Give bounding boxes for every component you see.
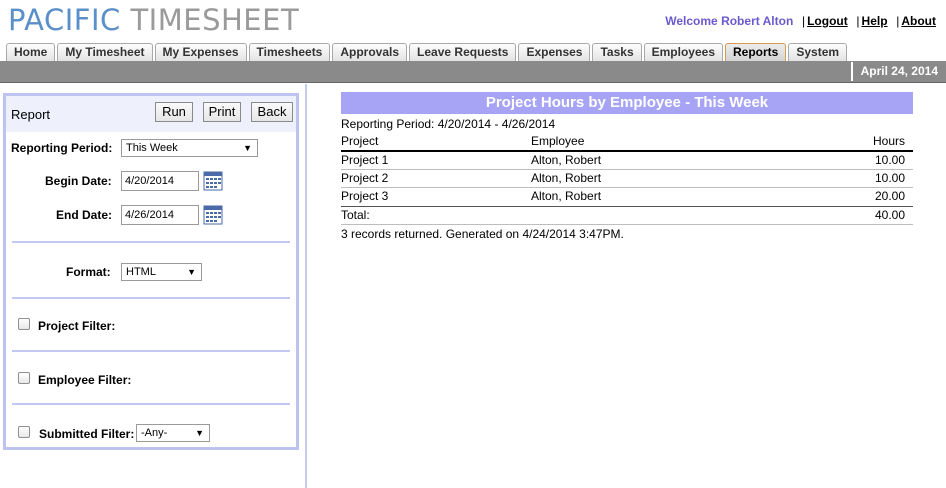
- row-1-employee: Alton, Robert: [531, 153, 602, 167]
- submitted-filter-label: Submitted Filter:: [39, 427, 135, 441]
- submitted-filter-checkbox[interactable]: [18, 426, 30, 438]
- tab-my-expenses[interactable]: My Expenses: [154, 43, 247, 61]
- row-3-employee: Alton, Robert: [531, 189, 602, 203]
- about-link[interactable]: About: [901, 14, 936, 28]
- tab-home[interactable]: Home: [6, 43, 56, 61]
- row-1-project: Project 1: [341, 153, 389, 167]
- report-options-panel: Report Run Print Back Reporting Period: …: [3, 93, 299, 450]
- divider: [12, 403, 290, 405]
- divider: [12, 297, 290, 299]
- format-select[interactable]: HTML ▼: [121, 263, 202, 281]
- column-header-project: Project: [341, 134, 379, 148]
- row-3-hours: 20.00: [874, 189, 905, 203]
- panel-header: Report Run Print Back: [6, 96, 296, 132]
- tab-system[interactable]: System: [788, 43, 848, 61]
- project-filter-checkbox[interactable]: [18, 318, 30, 330]
- chevron-down-icon: ▼: [195, 428, 204, 438]
- app-logo: PACIFIC TIMESHEET: [8, 3, 299, 37]
- tab-timesheets[interactable]: Timesheets: [248, 43, 331, 61]
- panel-separator: [305, 84, 307, 488]
- calendar-icon[interactable]: [203, 205, 223, 225]
- chevron-down-icon: ▼: [243, 143, 252, 153]
- current-date: April 24, 2014: [850, 62, 946, 81]
- tab-tasks[interactable]: Tasks: [592, 43, 642, 61]
- begin-date-label: Begin Date:: [45, 174, 112, 188]
- divider: [12, 350, 290, 352]
- tab-approvals[interactable]: Approvals: [332, 43, 408, 61]
- total-rule: [341, 206, 913, 207]
- column-header-employee: Employee: [531, 134, 585, 148]
- column-header-hours: Hours: [872, 134, 905, 148]
- row-2-employee: Alton, Robert: [531, 171, 602, 185]
- employee-filter-label: Employee Filter:: [38, 373, 132, 387]
- end-date-label: End Date:: [56, 208, 113, 222]
- status-bar: April 24, 2014: [0, 61, 946, 83]
- submitted-filter-select[interactable]: -Any- ▼: [136, 424, 210, 442]
- row-2-hours: 10.00: [874, 171, 905, 185]
- project-filter-label: Project Filter:: [38, 319, 116, 333]
- row-divider: [341, 187, 913, 188]
- total-bottom-rule: [341, 224, 913, 225]
- report-footer: 3 records returned. Generated on 4/24/20…: [341, 227, 624, 241]
- tab-my-timesheet[interactable]: My Timesheet: [57, 43, 153, 61]
- row-divider: [341, 169, 913, 170]
- row-3-project: Project 3: [341, 189, 389, 203]
- report-title: Project Hours by Employee - This Week: [341, 92, 913, 114]
- print-button[interactable]: Print: [203, 102, 241, 122]
- run-button[interactable]: Run: [155, 102, 193, 122]
- welcome-text: Welcome Robert Alton: [665, 14, 794, 28]
- format-label: Format:: [66, 265, 111, 279]
- total-value: 40.00: [874, 208, 905, 222]
- help-link[interactable]: Help: [862, 14, 888, 28]
- employee-filter-checkbox[interactable]: [18, 372, 30, 384]
- back-button[interactable]: Back: [251, 102, 293, 122]
- reporting-period-label: Reporting Period:: [11, 141, 113, 155]
- report-period: Reporting Period: 4/20/2014 - 4/26/2014: [341, 117, 556, 131]
- logo-pacific: PACIFIC: [8, 3, 121, 37]
- begin-date-input[interactable]: 4/20/2014: [121, 171, 199, 191]
- divider: [12, 241, 290, 243]
- logout-link[interactable]: Logout: [807, 14, 848, 28]
- header-rule: [341, 150, 913, 152]
- tab-expenses[interactable]: Expenses: [518, 43, 591, 61]
- end-date-input[interactable]: 4/26/2014: [121, 205, 199, 225]
- total-label: Total:: [341, 208, 370, 222]
- tab-employees[interactable]: Employees: [643, 43, 723, 61]
- main-tabs: Home My Timesheet My Expenses Timesheets…: [6, 43, 849, 61]
- calendar-icon[interactable]: [203, 171, 223, 191]
- tab-reports[interactable]: Reports: [725, 43, 787, 61]
- row-1-hours: 10.00: [874, 153, 905, 167]
- tab-leave-requests[interactable]: Leave Requests: [409, 43, 517, 61]
- user-bar: Welcome Robert Alton | Logout | Help | Abou…: [665, 14, 936, 28]
- panel-title: Report: [11, 107, 51, 122]
- row-2-project: Project 2: [341, 171, 389, 185]
- reporting-period-select[interactable]: This Week ▼: [121, 139, 258, 157]
- chevron-down-icon: ▼: [187, 267, 196, 277]
- logo-timesheet: TIMESHEET: [130, 3, 300, 37]
